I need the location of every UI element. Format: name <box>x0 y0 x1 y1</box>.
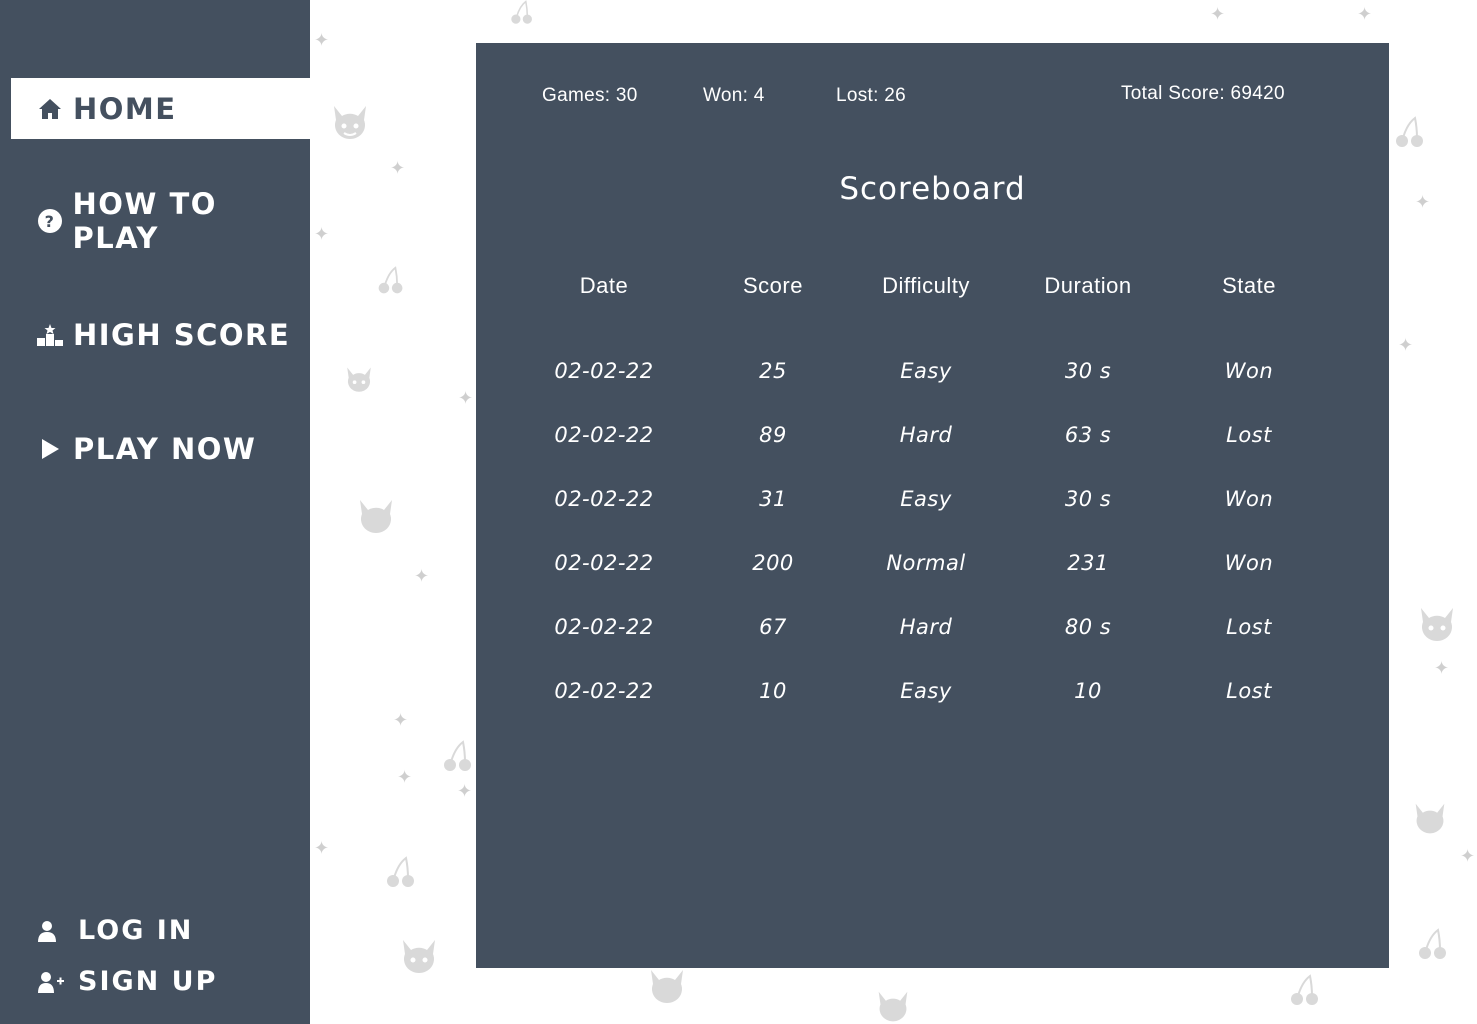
cell-score: 25 <box>759 359 787 383</box>
sparkle-icon: ✦ <box>314 838 330 859</box>
sparkle-icon: ✦ <box>457 781 473 802</box>
cell-date: 02-02-22 <box>554 551 654 575</box>
sparkle-icon: ✦ <box>1415 192 1431 213</box>
sparkle-icon: ✦ <box>393 710 409 731</box>
nav-item-label: PLAY NOW <box>73 431 257 466</box>
sparkle-icon: ✦ <box>414 566 430 587</box>
sidebar: HOME ? HOW TO PLAY HIGH SCORE PLAY NOW L… <box>0 0 310 1024</box>
question-circle-icon: ? <box>37 208 62 234</box>
cell-score: 200 <box>752 551 794 575</box>
scoreboard-panel: Games: 30 Won: 4 Lost: 26 Total Score: 6… <box>476 43 1389 968</box>
nav-item-home[interactable]: HOME <box>11 78 310 139</box>
devil-icon <box>1412 802 1448 836</box>
cell-score: 10 <box>759 679 787 703</box>
devil-icon <box>330 104 370 142</box>
home-icon <box>37 96 63 122</box>
cell-difficulty: Easy <box>900 359 952 383</box>
sparkle-icon: ✦ <box>397 767 413 788</box>
cell-date: 02-02-22 <box>554 679 654 703</box>
nav-item-high-score[interactable]: HIGH SCORE <box>11 304 310 365</box>
table-row: 02-02-22 31 Easy 30 s Won <box>476 487 1389 517</box>
nav-item-label: HOME <box>73 91 177 126</box>
play-icon <box>37 436 63 462</box>
nav-item-label: HIGH SCORE <box>73 317 291 352</box>
sign-up-button[interactable]: SIGN UP <box>38 966 217 997</box>
sparkle-icon: ✦ <box>1398 335 1414 356</box>
cell-difficulty: Hard <box>899 423 953 447</box>
devil-icon <box>1416 606 1458 644</box>
column-header-difficulty: Difficulty <box>882 273 970 298</box>
sparkle-icon: ✦ <box>458 388 474 409</box>
cherry-icon <box>376 264 406 298</box>
column-header-score: Score <box>743 273 803 298</box>
cell-difficulty: Easy <box>900 679 952 703</box>
cell-state: Lost <box>1226 679 1272 703</box>
svg-text:?: ? <box>44 212 55 231</box>
log-in-label: LOG IN <box>78 915 194 946</box>
sparkle-icon: ✦ <box>1210 4 1226 25</box>
cell-state: Won <box>1224 359 1274 383</box>
cell-state: Lost <box>1226 615 1272 639</box>
sparkle-icon: ✦ <box>1357 4 1373 25</box>
sparkle-icon: ✦ <box>314 224 330 245</box>
devil-icon <box>356 498 396 536</box>
cell-score: 89 <box>759 423 787 447</box>
cell-state: Won <box>1224 551 1274 575</box>
games-count: Games: 30 <box>542 85 638 106</box>
column-header-date: Date <box>579 273 629 298</box>
cherry-icon <box>384 854 418 892</box>
cell-score: 67 <box>759 615 787 639</box>
cell-difficulty: Easy <box>900 487 952 511</box>
nav-item-how-to-play[interactable]: ? HOW TO PLAY <box>11 187 310 255</box>
cell-difficulty: Hard <box>899 615 953 639</box>
lost-count: Lost: 26 <box>836 85 907 106</box>
nav-item-label: HOW TO PLAY <box>72 186 217 255</box>
podium-icon <box>37 322 63 348</box>
cherry-icon <box>1393 114 1427 152</box>
cell-state: Lost <box>1226 423 1272 447</box>
cell-duration: 63 s <box>1064 423 1112 447</box>
devil-icon <box>398 938 440 976</box>
devil-icon <box>646 968 688 1006</box>
cell-score: 31 <box>759 487 787 511</box>
cell-duration: 10 <box>1074 679 1102 703</box>
column-header-duration: Duration <box>1044 273 1132 298</box>
cell-date: 02-02-22 <box>554 615 654 639</box>
cell-date: 02-02-22 <box>554 359 654 383</box>
table-row: 02-02-22 89 Hard 63 s Lost <box>476 423 1389 453</box>
table-row: 02-02-22 25 Easy 30 s Won <box>476 359 1389 389</box>
table-row: 02-02-22 10 Easy 10 Lost <box>476 679 1389 709</box>
cell-state: Won <box>1224 487 1274 511</box>
won-count: Won: 4 <box>703 85 765 106</box>
cell-duration: 80 s <box>1064 615 1112 639</box>
user-icon <box>38 920 64 942</box>
sign-up-label: SIGN UP <box>78 966 218 997</box>
sparkle-icon: ✦ <box>1434 658 1450 679</box>
cell-duration: 30 s <box>1064 487 1112 511</box>
cell-difficulty: Normal <box>886 551 966 575</box>
log-in-button[interactable]: LOG IN <box>38 915 193 946</box>
sparkle-icon: ✦ <box>1460 846 1476 867</box>
cherry-icon <box>1288 972 1322 1010</box>
sparkle-icon: ✦ <box>314 30 330 51</box>
cell-duration: 231 <box>1067 551 1109 575</box>
cell-date: 02-02-22 <box>554 487 654 511</box>
cell-date: 02-02-22 <box>554 423 654 447</box>
total-score: Total Score: 69420 <box>1121 83 1285 104</box>
devil-icon <box>872 990 914 1024</box>
column-header-state: State <box>1222 273 1276 298</box>
cherry-icon <box>441 738 475 776</box>
devil-icon <box>344 366 374 394</box>
table-row: 02-02-22 200 Normal 231 Won <box>476 551 1389 581</box>
cell-duration: 30 s <box>1064 359 1112 383</box>
table-row: 02-02-22 67 Hard 80 s Lost <box>476 615 1389 645</box>
cherry-icon <box>505 0 539 26</box>
nav-item-play-now[interactable]: PLAY NOW <box>11 418 310 479</box>
user-plus-icon <box>38 971 64 993</box>
sparkle-icon: ✦ <box>390 158 406 179</box>
scoreboard-title: Scoreboard <box>839 171 1026 207</box>
cherry-icon <box>1416 926 1450 964</box>
